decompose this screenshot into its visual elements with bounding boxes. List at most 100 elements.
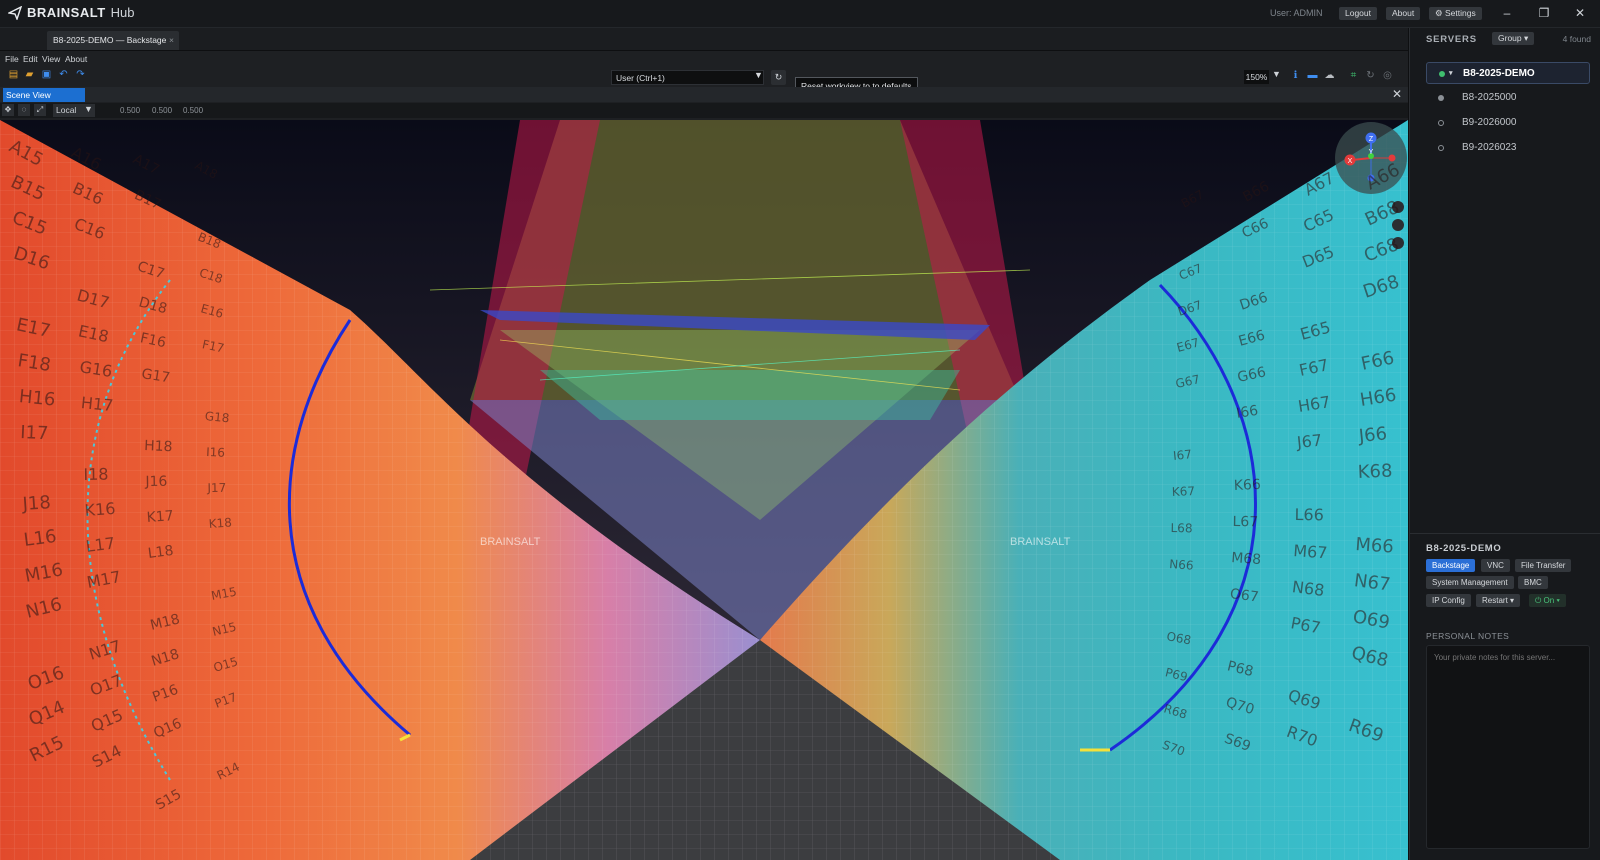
reset-workview-button[interactable]: ↻ — [771, 70, 786, 85]
scene-view-header: Scene View ✕ — [0, 87, 1408, 102]
tab-label: B8-2025-DEMO — Backstage — [53, 35, 167, 45]
menu-view[interactable]: View — [42, 54, 60, 64]
wall-label: J66 — [1357, 423, 1388, 447]
group-button[interactable]: Group ▾ — [1492, 32, 1535, 45]
wall-label: K16 — [84, 499, 116, 520]
server-item[interactable]: B9-2026023 — [1426, 137, 1590, 159]
servers-title: SERVERS — [1426, 34, 1477, 45]
wall-label: N66 — [1169, 557, 1194, 573]
restore-icon[interactable]: ❐ — [1537, 6, 1551, 20]
wall-label: N68 — [1291, 577, 1325, 600]
scene-render: Z Y X BRAINSALT BRAINSALT A15 A16 A17 A18B1… — [0, 120, 1408, 860]
brand: BRAINSALT Hub — [8, 5, 135, 20]
found-count: 4 found — [1562, 34, 1591, 44]
wall-label: H16 — [18, 386, 56, 410]
zoom-select[interactable]: 150% — [1244, 70, 1269, 84]
scene-view-tab[interactable]: Scene View — [3, 88, 85, 102]
wall-label: K68 — [1357, 461, 1393, 483]
brainsalt-logo-icon — [8, 5, 22, 20]
notes-textarea[interactable] — [1426, 645, 1590, 849]
wall-label: L16 — [22, 526, 57, 551]
minimize-icon[interactable]: – — [1500, 6, 1514, 20]
title-bar: BRAINSALT Hub User: ADMIN Logout About ⚙… — [0, 0, 1600, 28]
open-folder-icon[interactable]: ▰ — [24, 69, 35, 80]
wall-label: I17 — [20, 422, 49, 444]
file-transfer-button[interactable]: File Transfer — [1515, 559, 1572, 572]
cloud-icon[interactable]: ☁ — [1324, 70, 1335, 81]
power-toggle[interactable]: ⏻ On ▾ — [1529, 594, 1566, 607]
target-icon[interactable]: ◎ — [1382, 70, 1393, 81]
value-z[interactable]: 0.500 — [183, 106, 203, 115]
wall-label: L68 — [1170, 521, 1192, 535]
menu-edit[interactable]: Edit — [23, 54, 38, 64]
gizmo-x-label[interactable]: X — [1348, 158, 1353, 165]
menu-about[interactable]: About — [65, 54, 87, 64]
scene-close-icon[interactable]: ✕ — [1392, 87, 1402, 101]
wall-label: M66 — [1355, 534, 1395, 558]
bmc-button[interactable]: BMC — [1518, 576, 1548, 589]
tab-bar: ← → B8-2025-DEMO — Backstage × ⛶ — [0, 28, 1408, 74]
scale-icon[interactable]: ⤢ — [34, 104, 46, 116]
restart-button[interactable]: Restart ▾ — [1476, 594, 1521, 607]
value-y[interactable]: 0.500 — [152, 106, 172, 115]
value-x[interactable]: 0.500 — [120, 106, 140, 115]
refresh-icon[interactable]: ↻ — [1365, 70, 1376, 81]
wall-logo-left: BRAINSALT — [480, 536, 541, 548]
wall-label: M68 — [1231, 550, 1262, 568]
brand-name: BRAINSALT — [27, 5, 106, 20]
close-window-icon[interactable]: ✕ — [1573, 6, 1587, 20]
tab-close-icon[interactable]: × — [169, 31, 174, 50]
ip-config-button[interactable]: IP Config — [1426, 594, 1471, 607]
server-name: B8-2025-DEMO — [1463, 68, 1535, 79]
transform-toolbar: ✥ ◌ ⤢ Local ▼ 0.500 0.500 0.500 — [0, 103, 1408, 118]
info-icon[interactable]: ℹ — [1290, 70, 1301, 81]
server-detail-title: B8-2025-DEMO — [1426, 543, 1502, 554]
gizmo-y-label[interactable]: Y — [1369, 149, 1374, 156]
crop-icon[interactable]: ⌗ — [1348, 70, 1359, 81]
server-item[interactable]: B9-2026000 — [1426, 112, 1590, 134]
status-offline-icon — [1438, 145, 1444, 151]
menu-file[interactable]: File — [5, 54, 19, 64]
redo-icon[interactable]: ↷ — [75, 69, 86, 80]
wall-label: L66 — [1294, 505, 1324, 524]
server-name: B9-2026000 — [1462, 117, 1517, 128]
settings-button[interactable]: ⚙ Settings — [1429, 7, 1482, 20]
wall-label: I16 — [206, 445, 225, 460]
scene-viewport[interactable]: Z Y X BRAINSALT BRAINSALT A15 A16 A17 A18 B1… — [0, 120, 1408, 860]
undo-icon[interactable]: ↶ — [58, 69, 69, 80]
wall-label: I67 — [1172, 447, 1192, 463]
chat-icon[interactable]: ▬ — [1307, 70, 1318, 81]
wall-label: I18 — [83, 465, 108, 484]
wall-label: K17 — [146, 508, 174, 526]
wall-label: H17 — [80, 393, 114, 415]
panel-divider — [1410, 533, 1600, 534]
rotate-icon[interactable]: ◌ — [18, 104, 30, 116]
server-item[interactable]: B8-2025000 — [1426, 87, 1590, 109]
zoom-dropdown-icon[interactable]: ▼ — [1272, 69, 1281, 79]
backstage-button[interactable]: Backstage — [1426, 559, 1476, 572]
gizmo-z-label[interactable]: Z — [1369, 136, 1374, 143]
dropdown-arrow-icon[interactable]: ▼ — [754, 70, 763, 80]
new-icon[interactable]: ▤ — [8, 69, 19, 80]
workspace-select[interactable]: User (Ctrl+1) — [611, 70, 764, 85]
servers-panel: SERVERS Group ▾ 4 found ▾ B8-2025-DEMO B… — [1409, 28, 1600, 860]
wall-label: L18 — [147, 543, 174, 562]
tab-backstage[interactable]: B8-2025-DEMO — Backstage × — [47, 31, 179, 50]
system-management-button[interactable]: System Management — [1426, 576, 1514, 589]
status-idle-icon — [1438, 95, 1444, 101]
about-button[interactable]: About — [1386, 7, 1421, 20]
wall-label: J18 — [21, 492, 52, 515]
move-icon[interactable]: ✥ — [2, 104, 14, 116]
brand-product: Hub — [110, 5, 135, 20]
wall-label: J67 — [1295, 431, 1323, 452]
wall-label: K67 — [1172, 484, 1196, 499]
server-item[interactable]: ▾ B8-2025-DEMO — [1426, 62, 1590, 84]
expand-caret-icon[interactable]: ▾ — [1449, 63, 1453, 85]
space-dropdown-icon[interactable]: ▼ — [84, 104, 93, 114]
save-icon[interactable]: ▣ — [41, 69, 52, 80]
menu-bar: File Edit View About — [0, 51, 1408, 65]
server-name: B8-2025000 — [1462, 92, 1517, 103]
vnc-button[interactable]: VNC — [1481, 559, 1510, 572]
logout-button[interactable]: Logout — [1339, 7, 1377, 20]
wall-label: L67 — [1232, 514, 1258, 530]
